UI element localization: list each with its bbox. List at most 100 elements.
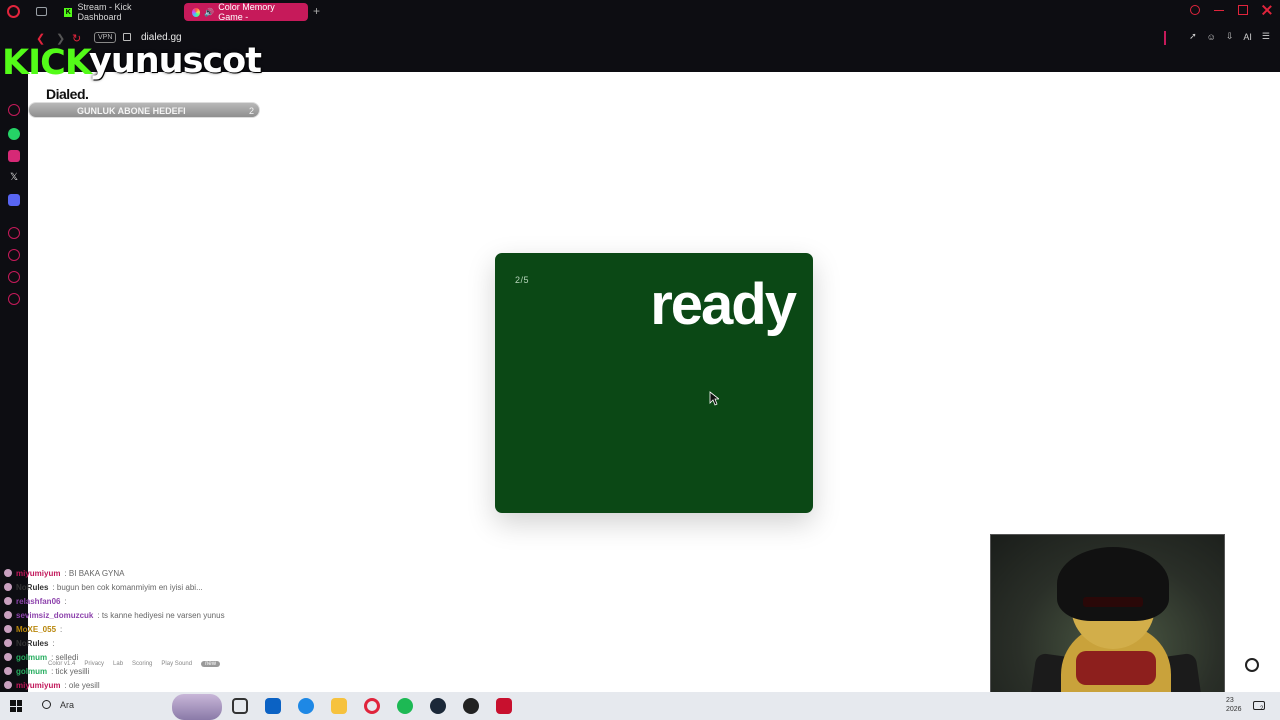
tab-label: Color Memory Game - xyxy=(218,2,275,22)
obs-icon[interactable] xyxy=(463,698,479,714)
chat-message: miyumiyum: ole yesill xyxy=(0,678,260,692)
chat-username: sevimsiz_domuzcuk xyxy=(16,610,94,620)
tab-label: Stream - Kick Dashboard xyxy=(77,2,132,22)
discord-icon[interactable] xyxy=(8,194,20,206)
chat-message: NoRules: bugun ben cok komanmiyim en iyi… xyxy=(0,580,260,594)
speaker-icon[interactable]: 🔊 xyxy=(204,8,214,17)
chat-username: NoRules xyxy=(16,582,49,592)
chat-username: miyumiyum xyxy=(16,568,61,578)
new-tab-button[interactable]: + xyxy=(313,4,320,18)
browser-tabbar: K Stream - Kick Dashboard 🔊 Color Memory… xyxy=(0,0,1280,24)
edge-icon[interactable] xyxy=(298,698,314,714)
settings-icon[interactable] xyxy=(8,293,20,305)
chat-message: sevimsiz_domuzcuk: ts kanne hediyesi ne … xyxy=(0,608,260,622)
task-view-icon[interactable] xyxy=(232,698,248,714)
chat-text: : BI BAKA GYNA xyxy=(64,568,125,578)
chat-text: : ole yesill xyxy=(64,680,100,690)
clock-line: 2026 xyxy=(1226,706,1242,714)
game-status: ready xyxy=(650,272,797,337)
spotify-icon[interactable] xyxy=(397,698,413,714)
chat-username: golmum xyxy=(16,666,48,676)
chat-badge-icon xyxy=(4,597,12,605)
chat-message: NoRules: xyxy=(0,636,260,650)
x-icon[interactable]: 𝕏 xyxy=(8,172,20,184)
clock-line: 23 xyxy=(1226,697,1234,704)
taskbar-clock[interactable]: 23 2026 xyxy=(1226,696,1242,714)
chat-message: MoXE_055: xyxy=(0,622,260,636)
chat-badge-icon xyxy=(4,611,12,619)
twitch-icon[interactable] xyxy=(8,104,20,116)
toolbar-right: ➚ ☺ ⇩ AI ☰ xyxy=(1189,31,1270,42)
color-card[interactable]: 2/5 ready xyxy=(495,253,813,513)
cam-hair xyxy=(1057,547,1169,621)
steam-icon[interactable] xyxy=(430,698,446,714)
workspaces-icon[interactable] xyxy=(36,7,47,16)
site-logo[interactable]: Dialed. xyxy=(46,86,89,102)
taskbar-search[interactable]: Ara xyxy=(60,700,74,710)
start-icon[interactable] xyxy=(10,700,22,712)
sub-goal-bar: GUNLUK ABONE HEDEFI 2 xyxy=(28,102,260,118)
player-icon[interactable] xyxy=(8,227,20,239)
chat-text: : xyxy=(60,624,63,634)
instagram-icon[interactable] xyxy=(8,150,20,162)
chat-message: miyumiyum: BI BAKA GYNA xyxy=(0,566,260,580)
app-icon[interactable] xyxy=(496,698,512,714)
minimize-icon[interactable] xyxy=(1214,5,1224,11)
color-wheel-favicon-icon xyxy=(192,7,201,17)
chat-username: MoXE_055 xyxy=(16,624,57,634)
mouse-cursor-icon xyxy=(709,391,719,406)
opera-logo-icon[interactable] xyxy=(7,5,20,18)
chat-badge-icon xyxy=(4,569,12,577)
sub-goal-count: 2 xyxy=(248,106,254,116)
footer-link[interactable]: Lab xyxy=(113,661,123,667)
chat-badge-icon xyxy=(4,639,12,647)
share-icon[interactable]: ➚ xyxy=(1189,31,1197,42)
profile-icon[interactable]: ☺ xyxy=(1207,32,1216,42)
tab-kick-dashboard[interactable]: K Stream - Kick Dashboard xyxy=(56,2,180,22)
maximize-icon[interactable] xyxy=(1238,5,1248,15)
widgets-thumbnail[interactable] xyxy=(172,694,222,720)
tab-color-memory-game[interactable]: 🔊 Color Memory Game - xyxy=(184,2,308,22)
history-icon[interactable] xyxy=(8,249,20,261)
chat-username: relashfan06 xyxy=(16,596,61,606)
streamer-name: yunuscot xyxy=(89,41,262,81)
outlook-icon[interactable] xyxy=(265,698,281,714)
window-controls xyxy=(1190,5,1272,15)
cam-glasses xyxy=(1083,597,1143,607)
footer-link[interactable]: Scoring xyxy=(132,661,152,667)
footer-link[interactable]: Play Sound xyxy=(161,661,192,667)
chat-text: : xyxy=(64,596,67,606)
chat-message: relashfan06: xyxy=(0,594,260,608)
footer-links: Color v1.4 Privacy Lab Scoring Play Sound new xyxy=(48,661,221,667)
lock-icon[interactable] xyxy=(123,33,131,41)
chat-badge-icon xyxy=(4,653,12,661)
new-badge: new xyxy=(201,661,221,667)
search-icon[interactable] xyxy=(42,700,51,709)
chat-username: NoRules xyxy=(16,638,49,648)
cam-shirt xyxy=(1076,651,1156,685)
close-icon[interactable] xyxy=(1262,5,1272,15)
download-icon[interactable]: ⇩ xyxy=(1226,31,1234,42)
chat-text: : ts kanne hediyesi ne varsen yunus xyxy=(97,610,225,620)
chat-badge-icon xyxy=(4,667,12,675)
extensions-icon[interactable] xyxy=(8,271,20,283)
theme-toggle-icon[interactable] xyxy=(1245,658,1259,672)
chat-username: golmum xyxy=(16,652,48,662)
footer-link[interactable]: Color v1.4 xyxy=(48,661,75,667)
chat-username: miyumiyum xyxy=(16,680,61,690)
chat-badge-icon xyxy=(4,625,12,633)
chat-text: : xyxy=(52,638,55,648)
menu-icon[interactable]: ☰ xyxy=(1262,31,1270,42)
ai-button[interactable]: AI xyxy=(1243,32,1252,42)
chat-badge-icon xyxy=(4,681,12,689)
sub-goal-label: GUNLUK ABONE HEDEFI xyxy=(77,106,186,116)
tab-search-icon[interactable] xyxy=(1190,5,1200,15)
kick-favicon-icon: K xyxy=(64,7,73,17)
file-explorer-icon[interactable] xyxy=(331,698,347,714)
footer-link[interactable]: Privacy xyxy=(84,661,104,667)
chat-text: : bugun ben cok komanmiyim en iyisi abi.… xyxy=(52,582,203,592)
chat-text: : tick yesilli xyxy=(51,666,90,676)
kick-logo: KICK xyxy=(2,43,92,83)
whatsapp-icon[interactable] xyxy=(8,128,20,140)
opera-icon[interactable] xyxy=(364,698,380,714)
